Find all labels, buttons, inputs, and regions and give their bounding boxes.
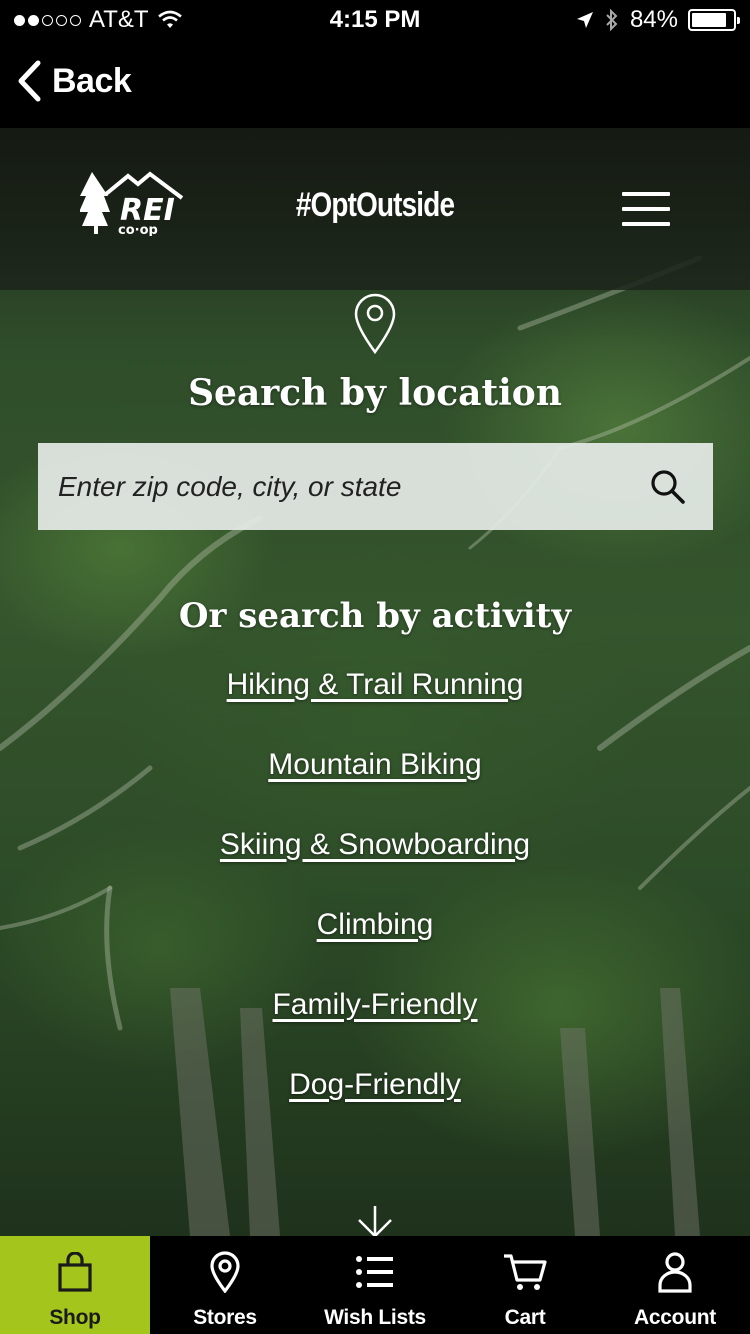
activity-link-climbing[interactable]: Climbing: [0, 908, 750, 988]
battery-icon: [688, 9, 740, 31]
activity-link-dog-friendly[interactable]: Dog-Friendly: [0, 1068, 750, 1148]
status-bar: AT&T 4:15 PM 84%: [0, 0, 750, 40]
chevron-left-icon: [18, 60, 41, 102]
menu-button[interactable]: [622, 192, 670, 226]
status-right: 84%: [576, 6, 740, 34]
activity-link-mountain-biking[interactable]: Mountain Biking: [0, 748, 750, 828]
tab-label: Wish Lists: [324, 1306, 426, 1329]
tab-wish-lists[interactable]: Wish Lists: [300, 1236, 450, 1334]
activity-link-skiing[interactable]: Skiing & Snowboarding: [0, 828, 750, 908]
location-search-input[interactable]: [38, 443, 623, 530]
hamburger-icon-line: [622, 192, 670, 196]
map-pin-icon: [210, 1251, 240, 1293]
hamburger-icon-line: [622, 207, 670, 211]
hashtag-title: #OptOutside: [295, 186, 455, 224]
hero-background: REI co·op #OptOutside Search by location…: [0, 128, 750, 1236]
back-button[interactable]: Back: [16, 60, 132, 102]
cart-icon: [504, 1254, 547, 1290]
tab-stores[interactable]: Stores: [150, 1236, 300, 1334]
list-icon: [356, 1256, 393, 1288]
tab-account[interactable]: Account: [600, 1236, 750, 1334]
location-search-title: Search by location: [188, 372, 562, 414]
arrow-down-icon[interactable]: [357, 1206, 393, 1236]
tab-label: Stores: [193, 1306, 257, 1329]
navigation-bar: Back: [0, 40, 750, 128]
tab-label: Shop: [49, 1306, 101, 1329]
tab-cart[interactable]: Cart: [450, 1236, 600, 1334]
location-arrow-icon: [576, 12, 593, 28]
bluetooth-icon: [606, 8, 618, 32]
location-pin-icon: [354, 293, 396, 355]
person-icon: [658, 1252, 692, 1293]
hamburger-icon-line: [622, 222, 670, 226]
battery-percent: 84%: [629, 6, 678, 33]
tab-label: Cart: [504, 1306, 546, 1329]
activity-link-family-friendly[interactable]: Family-Friendly: [0, 988, 750, 1068]
activity-link-hiking[interactable]: Hiking & Trail Running: [0, 668, 750, 748]
battery-level: [692, 13, 726, 27]
shopping-bag-icon: [58, 1252, 92, 1292]
activity-list: Hiking & Trail Running Mountain Biking S…: [0, 668, 750, 1148]
tab-label: Account: [634, 1306, 716, 1329]
tab-shop[interactable]: Shop: [0, 1236, 150, 1334]
tab-bar: Shop Stores Wish Lists Cart Account: [0, 1236, 750, 1334]
back-label: Back: [52, 61, 132, 100]
activity-search-title: Or search by activity: [178, 596, 572, 636]
search-icon[interactable]: [623, 443, 713, 530]
location-search-box: [38, 443, 713, 530]
